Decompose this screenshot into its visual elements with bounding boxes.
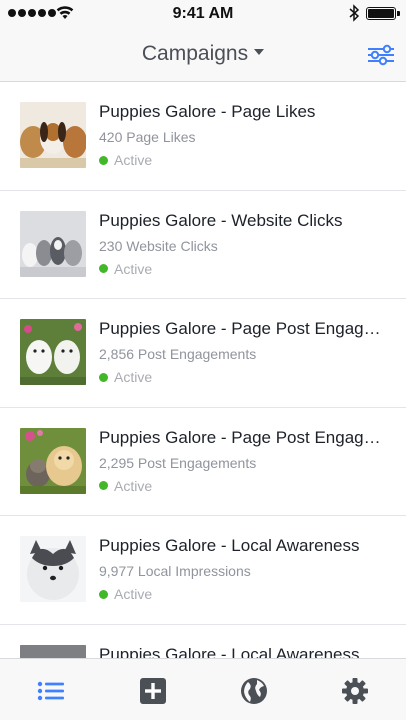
status-badge: Active bbox=[99, 369, 152, 385]
campaign-metric: 230 Website Clicks bbox=[99, 237, 218, 254]
white-puppies-photo bbox=[20, 319, 86, 385]
active-dot-icon bbox=[99, 589, 108, 599]
campaign-metric: 420 Page Likes bbox=[99, 129, 196, 145]
gear-icon[interactable] bbox=[341, 677, 369, 705]
status-bar: 9:41 AM bbox=[0, 0, 406, 28]
campaign-name: Puppies Galore - Website Clicks bbox=[99, 210, 343, 230]
battery-icon bbox=[366, 7, 400, 20]
status-badge: Active bbox=[99, 261, 152, 277]
page-title: Campaigns bbox=[141, 42, 249, 65]
active-dot-icon bbox=[99, 481, 108, 491]
campaign-name: Puppies Galore - Page Likes bbox=[99, 102, 316, 121]
campaign-name: Puppies Galore - Local Awareness bbox=[99, 644, 360, 659]
campaign-row[interactable]: Puppies Galore - Page Post Engagement 2,… bbox=[0, 299, 406, 408]
campaign-name: Puppies Galore - Page Post Engagement bbox=[99, 427, 386, 447]
status-time: 9:41 AM bbox=[172, 5, 234, 22]
plus-square-icon[interactable] bbox=[139, 677, 167, 705]
campaign-metric: 2,856 Post Engagements bbox=[99, 346, 257, 362]
husky-puppy-photo bbox=[20, 536, 86, 602]
active-dot-icon bbox=[99, 155, 108, 165]
campaign-metric: 2,295 Post Engagements bbox=[99, 454, 257, 471]
husky-puppies-photo bbox=[20, 210, 86, 277]
status-badge: Active bbox=[99, 152, 152, 168]
globe-icon[interactable] bbox=[240, 677, 268, 705]
campaign-list[interactable]: Puppies Galore - Page Likes 420 Page Lik… bbox=[0, 82, 406, 658]
status-badge: Active bbox=[99, 586, 152, 602]
campaigns-title-dropdown[interactable]: Campaigns bbox=[0, 42, 406, 66]
active-dot-icon bbox=[99, 372, 108, 382]
status-badge: Active bbox=[99, 478, 152, 494]
status-label: Active bbox=[114, 477, 153, 494]
status-label: Active bbox=[114, 152, 153, 168]
nav-bar: Campaigns bbox=[0, 28, 406, 82]
puppy-kitten-photo bbox=[20, 427, 86, 494]
tab-bar bbox=[0, 658, 406, 720]
status-label: Active bbox=[114, 586, 153, 602]
chevron-down-icon bbox=[254, 49, 265, 56]
campaign-row[interactable]: Puppies Galore - Local Awareness bbox=[0, 625, 406, 659]
campaign-row[interactable]: Puppies Galore - Page Post Engagement 2,… bbox=[0, 408, 406, 516]
puppy-photo bbox=[20, 644, 86, 658]
status-label: Active bbox=[114, 369, 153, 385]
active-dot-icon bbox=[99, 264, 108, 274]
filter-sliders-icon[interactable] bbox=[366, 44, 396, 66]
campaign-row[interactable]: Puppies Galore - Page Likes 420 Page Lik… bbox=[0, 82, 406, 191]
puppies-three-photo bbox=[20, 102, 86, 168]
campaign-name: Puppies Galore - Local Awareness bbox=[99, 536, 360, 555]
bluetooth-icon bbox=[349, 4, 360, 22]
campaign-row[interactable]: Puppies Galore - Website Clicks 230 Webs… bbox=[0, 191, 406, 299]
status-label: Active bbox=[114, 260, 153, 277]
campaign-row[interactable]: Puppies Galore - Local Awareness 9,977 L… bbox=[0, 516, 406, 625]
list-icon[interactable] bbox=[37, 677, 65, 705]
campaign-metric: 9,977 Local Impressions bbox=[99, 563, 251, 579]
campaign-name: Puppies Galore - Page Post Engagement bbox=[99, 319, 386, 338]
